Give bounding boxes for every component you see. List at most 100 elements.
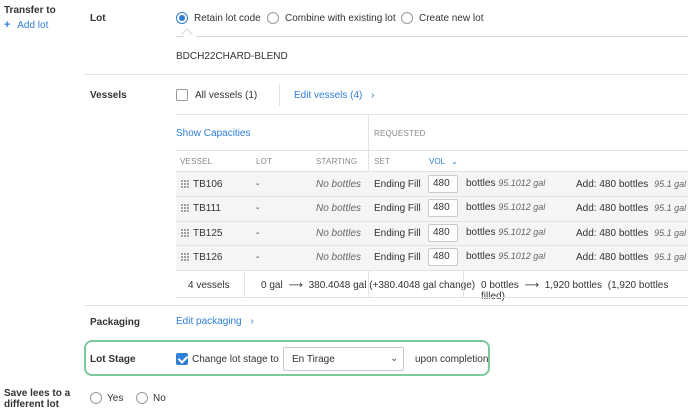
vessel-grid-icon bbox=[181, 229, 189, 237]
add-text: Add: 480 bottles bbox=[576, 203, 649, 214]
combine-lot-radio[interactable] bbox=[267, 12, 279, 24]
vol-unit: bottles 95.1012 gal bbox=[466, 178, 545, 189]
retain-lot-radio[interactable] bbox=[176, 12, 188, 24]
vol-unit: bottles 95.1012 gal bbox=[466, 227, 545, 238]
lot-label: Lot bbox=[90, 13, 106, 24]
add-text: Add: 480 bottles bbox=[576, 179, 649, 190]
save-lees-yes-label: Yes bbox=[107, 393, 124, 404]
vessel-set: Ending Fill bbox=[374, 228, 421, 239]
vol-input[interactable]: 480 bbox=[428, 199, 458, 217]
gal-value: 95.1012 gal bbox=[498, 202, 546, 212]
edit-packaging-link[interactable]: Edit packaging › bbox=[176, 316, 254, 327]
bottles-from: 0 bottles bbox=[481, 280, 519, 291]
pointer-notch bbox=[181, 28, 193, 40]
summary-gal: 0 gal ⟶ 380.4048 gal (+380.4048 gal chan… bbox=[261, 280, 475, 291]
change-lot-stage-label: Change lot stage to bbox=[192, 354, 279, 365]
vessel-name: TB125 bbox=[193, 228, 223, 239]
create-lot-radio[interactable] bbox=[401, 12, 413, 24]
add-summary: Add: 480 bottles 95.1 gal bbox=[576, 179, 686, 190]
gal-to: 380.4048 gal (+380.4048 gal change) bbox=[308, 280, 476, 291]
save-lees-line2: different lot bbox=[4, 399, 59, 410]
add-summary: Add: 480 bottles 95.1 gal bbox=[576, 228, 686, 239]
bottles-word: bottles bbox=[466, 227, 496, 238]
gal-value: 95.1012 gal bbox=[498, 227, 546, 237]
lot-code: BDCH22CHARD-BLEND bbox=[176, 51, 288, 62]
all-vessels-checkbox[interactable] bbox=[176, 89, 188, 101]
lot-stage-select[interactable]: En Tirage ⌄ bbox=[283, 347, 404, 371]
col-lot: LOT bbox=[256, 157, 273, 166]
add-gal: 95.1 gal bbox=[654, 228, 687, 238]
show-capacities-link[interactable]: Show Capacities bbox=[176, 128, 250, 139]
gal-value: 95.1012 gal bbox=[498, 251, 546, 261]
add-gal: 95.1 gal bbox=[654, 252, 687, 262]
vessel-lot: - bbox=[256, 252, 260, 263]
vessels-label: Vessels bbox=[90, 90, 127, 101]
vessel-grid-icon bbox=[181, 180, 189, 188]
vessel-set: Ending Fill bbox=[374, 252, 421, 263]
all-vessels-label: All vessels (1) bbox=[195, 90, 258, 101]
save-lees-no-radio[interactable] bbox=[136, 392, 148, 404]
vol-input[interactable]: 480 bbox=[428, 175, 458, 193]
vol-unit: bottles 95.1012 gal bbox=[466, 251, 545, 262]
add-text: Add: 480 bottles bbox=[576, 228, 649, 239]
save-lees-no-label: No bbox=[153, 393, 166, 404]
bottles-word: bottles bbox=[466, 178, 496, 189]
add-lot-link[interactable]: + Add lot bbox=[4, 19, 48, 31]
create-lot-label: Create new lot bbox=[419, 13, 484, 24]
requested-header: REQUESTED bbox=[374, 129, 426, 138]
add-gal: 95.1 gal bbox=[654, 179, 687, 189]
vol-input[interactable]: 480 bbox=[428, 224, 458, 242]
chevron-down-icon: ⌄ bbox=[450, 157, 458, 166]
summary-count: 4 vessels bbox=[188, 280, 230, 291]
vessel-name: TB106 bbox=[193, 179, 223, 190]
add-summary: Add: 480 bottles 95.1 gal bbox=[576, 203, 686, 214]
col-starting: STARTING bbox=[316, 157, 358, 166]
bottles-word: bottles bbox=[466, 202, 496, 213]
bottles-word: bottles bbox=[466, 251, 496, 262]
col-vol-sort[interactable]: VOL ⌄ bbox=[429, 157, 458, 166]
vessel-name: TB111 bbox=[193, 203, 221, 214]
vessel-lot: - bbox=[256, 228, 260, 239]
add-gal: 95.1 gal bbox=[654, 203, 687, 213]
vessel-starting: No bottles bbox=[316, 203, 362, 214]
transfer-to-label: Transfer to bbox=[4, 5, 56, 16]
add-summary: Add: 480 bottles 95.1 gal bbox=[576, 252, 686, 263]
vessel-set: Ending Fill bbox=[374, 203, 421, 214]
lot-stage-value: En Tirage bbox=[292, 354, 335, 365]
gal-from: 0 gal bbox=[261, 280, 283, 291]
vessel-starting: No bottles bbox=[316, 228, 362, 239]
chevron-down-icon: ⌄ bbox=[390, 353, 399, 364]
save-lees-yes-radio[interactable] bbox=[90, 392, 102, 404]
edit-vessels-label: Edit vessels (4) bbox=[294, 90, 363, 101]
arrow-right-icon: ⟶ bbox=[524, 280, 539, 291]
vessel-grid-icon bbox=[181, 253, 189, 261]
save-lees-label: Save lees to a different lot bbox=[4, 388, 70, 410]
edit-packaging-label: Edit packaging bbox=[176, 316, 242, 327]
save-lees-line1: Save lees to a bbox=[4, 388, 71, 399]
vol-input[interactable]: 480 bbox=[428, 248, 458, 266]
arrow-right-icon: ⟶ bbox=[288, 280, 303, 291]
chevron-right-icon: › bbox=[250, 316, 254, 327]
summary-bottles: 0 bottles ⟶ 1,920 bottles (1,920 bottles… bbox=[481, 280, 688, 302]
vessel-starting: No bottles bbox=[316, 252, 362, 263]
lot-stage-label: Lot Stage bbox=[90, 354, 136, 365]
upon-completion-label: upon completion bbox=[415, 354, 489, 365]
change-lot-stage-checkbox[interactable] bbox=[176, 353, 188, 365]
vessel-name: TB126 bbox=[193, 252, 223, 263]
vol-unit: bottles 95.1012 gal bbox=[466, 202, 545, 213]
packaging-label: Packaging bbox=[90, 317, 141, 328]
vessel-set: Ending Fill bbox=[374, 179, 421, 190]
vessel-lot: - bbox=[256, 179, 260, 190]
chevron-right-icon: › bbox=[371, 90, 375, 101]
col-vol-label: VOL bbox=[429, 157, 445, 166]
vessel-grid-icon bbox=[181, 204, 189, 212]
retain-lot-label: Retain lot code bbox=[194, 13, 261, 24]
col-vessel: VESSEL bbox=[180, 157, 213, 166]
combine-lot-label: Combine with existing lot bbox=[285, 13, 396, 24]
plus-icon: + bbox=[4, 19, 11, 31]
col-set: SET bbox=[374, 157, 391, 166]
edit-vessels-link[interactable]: Edit vessels (4) › bbox=[294, 90, 374, 101]
add-lot-label: Add lot bbox=[17, 20, 49, 31]
bottles-to: 1,920 bottles bbox=[544, 280, 602, 291]
gal-value: 95.1012 gal bbox=[498, 178, 546, 188]
